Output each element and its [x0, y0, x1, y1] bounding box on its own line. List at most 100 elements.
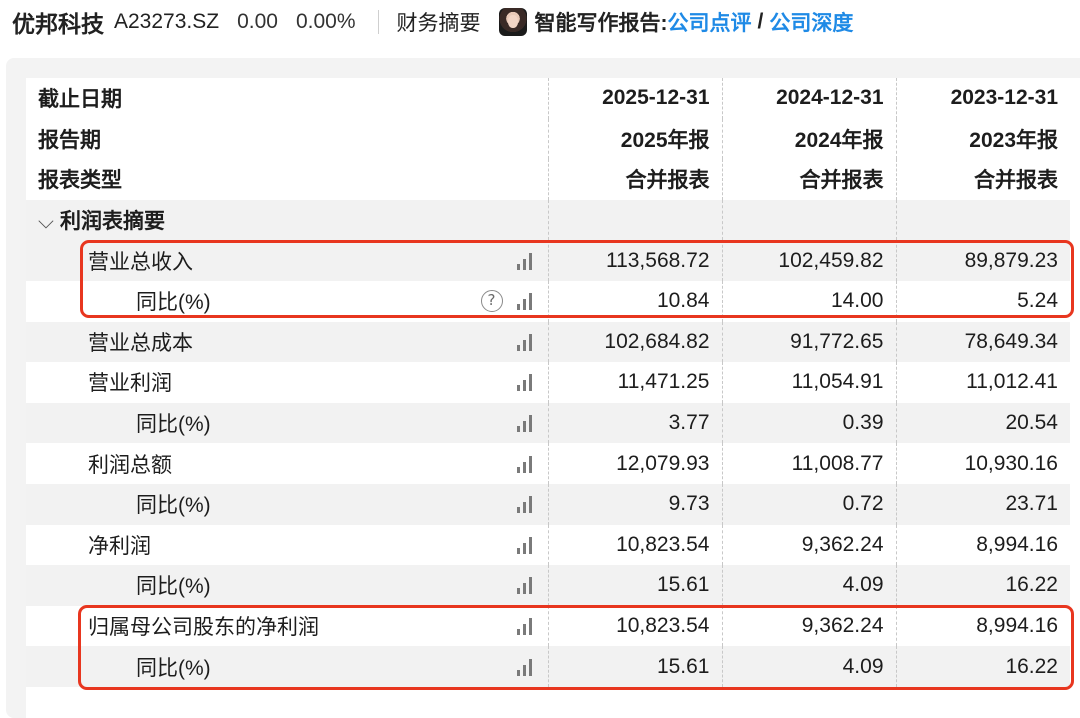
row-label-cell: 同比(%)?	[26, 280, 549, 322]
row-label-cell: 同比(%)	[26, 646, 549, 687]
value-cell: 102,684.82	[548, 321, 723, 363]
row-label-cell: 营业总成本	[26, 321, 549, 363]
bar-chart-icon[interactable]	[516, 576, 532, 595]
value-cell: 0.72	[722, 483, 897, 525]
table-row: 净利润 10,823.54 9,362.24 8,994.16	[26, 524, 1070, 566]
chevron-down-icon[interactable]: ⌵	[38, 210, 54, 234]
header-cell: 2023年报	[969, 128, 1058, 152]
link-separator: /	[757, 10, 764, 33]
header-row: 报表类型 合并报表 合并报表 合并报表	[26, 159, 1070, 200]
header-cell: 合并报表	[722, 159, 897, 200]
value-cell: 91,772.65	[722, 321, 897, 363]
row-tools: ?	[480, 290, 532, 313]
row-tools	[516, 617, 532, 636]
group-row-income-summary[interactable]: ⌵ 利润表摘要	[26, 199, 1070, 241]
empty-cell	[896, 199, 1070, 241]
company-depth-link[interactable]: 公司深度	[769, 7, 853, 37]
bar-chart-icon[interactable]	[516, 495, 532, 514]
table-row: 同比(%) 15.61 4.09 16.22	[26, 646, 1070, 687]
row-label: 同比(%)	[136, 575, 211, 599]
value-cell: 78,649.34	[896, 321, 1070, 363]
value-cell: 8,994.16	[976, 614, 1058, 638]
bar-chart-icon[interactable]	[516, 658, 532, 676]
row-tools	[516, 252, 532, 270]
value-cell: 20.54	[896, 402, 1070, 444]
bar-chart-icon[interactable]	[516, 455, 532, 473]
row-label: 营业总收入	[88, 250, 193, 274]
value-cell: 8,994.16	[976, 532, 1058, 556]
group-label: 利润表摘要	[60, 210, 165, 234]
value-cell: 15.61	[548, 646, 723, 687]
row-label-cell: 利润总额	[26, 443, 549, 484]
header-cell: 2024年报	[722, 118, 897, 160]
help-icon[interactable]: ?	[480, 290, 503, 313]
financial-summary-table: 截止日期 2025-12-31 2024-12-31 2023-12-31 报告期 202…	[26, 78, 1070, 687]
table-row: 同比(%)? 10.84 14.00 5.24	[26, 280, 1070, 322]
row-label-cell: 同比(%)	[26, 483, 549, 525]
stock-header: 优邦科技 A23273.SZ 0.00 0.00% 财务摘要 智能写作报告: 公…	[0, 0, 1080, 44]
table-row: 归属母公司股东的净利润 10,823.54 9,362.24 8,994.16	[26, 605, 1070, 647]
value-cell: 3.77	[548, 402, 723, 444]
price-value: 0.00	[237, 10, 278, 33]
header-cell: 2023-12-31	[950, 86, 1058, 110]
header-row-label: 截止日期	[26, 78, 549, 119]
bar-chart-icon[interactable]	[516, 414, 532, 433]
value-cell: 9,362.24	[722, 605, 897, 647]
row-tools	[516, 658, 532, 676]
row-label: 同比(%)	[136, 291, 211, 315]
value-cell: 11,471.25	[548, 362, 723, 403]
value-cell: 9,362.24	[722, 524, 897, 566]
row-label-cell: 同比(%)	[26, 402, 549, 444]
value-cell: 10,930.16	[964, 451, 1058, 475]
table-row: 同比(%) 3.77 0.39 20.54	[26, 402, 1070, 444]
company-name: 优邦科技	[12, 11, 104, 37]
bar-chart-icon[interactable]	[516, 536, 532, 554]
row-tools	[516, 373, 532, 392]
row-label: 利润总额	[88, 453, 172, 477]
change-percent: 0.00%	[295, 10, 356, 33]
value-cell: 16.22	[896, 646, 1070, 687]
row-label-cell: 同比(%)	[26, 565, 549, 606]
header-row-label: 报告期	[26, 118, 549, 160]
empty-cell	[548, 199, 723, 241]
value-cell: 16.22	[896, 565, 1070, 606]
table-row: 同比(%) 15.61 4.09 16.22	[26, 565, 1070, 606]
row-label-cell: 营业总收入	[26, 240, 549, 281]
value-cell: 10.84	[548, 280, 723, 322]
stock-code: A23273.SZ	[114, 10, 220, 33]
bar-chart-icon[interactable]	[516, 333, 532, 351]
row-label: 营业利润	[88, 372, 172, 396]
table-row: 营业利润 11,471.25 11,054.91 11,012.41	[26, 362, 1070, 403]
company-comment-link[interactable]: 公司点评	[668, 7, 752, 37]
value-cell: 14.00	[722, 280, 897, 322]
header-cell: 2025年报	[548, 118, 723, 160]
value-cell: 11,012.41	[966, 370, 1058, 394]
value-cell: 89,879.23	[896, 240, 1070, 281]
group-label-cell[interactable]: ⌵ 利润表摘要	[26, 199, 549, 241]
row-label: 营业总成本	[88, 331, 193, 355]
row-label: 同比(%)	[136, 413, 211, 437]
bar-chart-icon[interactable]	[516, 373, 532, 392]
header-cell: 合并报表	[974, 169, 1058, 193]
row-label: 归属母公司股东的净利润	[88, 616, 319, 640]
row-label: 净利润	[88, 534, 151, 558]
row-tools	[516, 333, 532, 351]
table-row: 利润总额 12,079.93 11,008.77 10,930.16	[26, 443, 1070, 484]
value-cell: 11,054.91	[722, 362, 897, 403]
bar-chart-icon[interactable]	[516, 617, 532, 636]
bar-chart-icon[interactable]	[516, 252, 532, 270]
header-cell: 2024-12-31	[722, 78, 897, 119]
value-cell: 11,008.77	[722, 443, 897, 484]
value-cell: 10,823.54	[548, 524, 723, 566]
section-title: 财务摘要	[396, 12, 481, 35]
header-cell: 2025-12-31	[548, 78, 723, 119]
row-tools	[516, 414, 532, 433]
value-cell: 4.09	[722, 646, 897, 687]
header-row-label: 报表类型	[26, 159, 549, 200]
table-row: 同比(%) 9.73 0.72 23.71	[26, 483, 1070, 525]
row-label-cell: 归属母公司股东的净利润	[26, 605, 549, 647]
value-cell: 15.61	[548, 565, 723, 606]
ai-report-label: 智能写作报告:	[534, 12, 668, 35]
value-cell: 0.39	[722, 402, 897, 444]
bar-chart-icon[interactable]	[516, 292, 532, 311]
